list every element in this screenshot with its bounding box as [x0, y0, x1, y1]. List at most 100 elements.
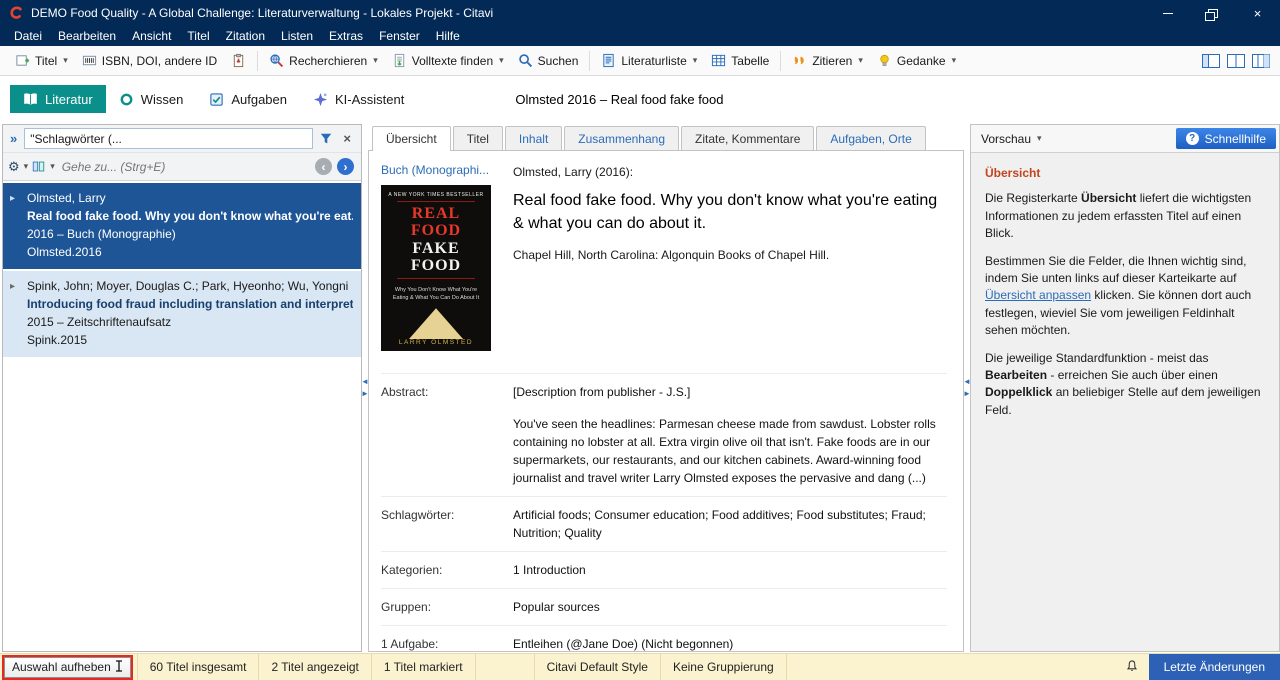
gedanke-button[interactable]: Gedanke ▾	[870, 50, 963, 71]
record-header: Buch (Monographi... A NEW YORK TIMES BES…	[381, 163, 947, 373]
menu-ansicht[interactable]: Ansicht	[124, 27, 179, 45]
book-cover[interactable]: A NEW YORK TIMES BESTSELLER REAL FOOD FA…	[381, 185, 491, 351]
suchen-button[interactable]: Suchen	[511, 50, 586, 71]
restore-button[interactable]	[1190, 0, 1235, 26]
history-back-button[interactable]: ‹	[315, 158, 332, 175]
minimize-button[interactable]	[1145, 0, 1190, 26]
expander-icon[interactable]: ▸	[10, 278, 15, 296]
layout-two-pane-icon[interactable]	[1225, 51, 1247, 71]
recherchieren-button[interactable]: Recherchieren ▾	[262, 50, 385, 71]
tab-zusammenhang[interactable]: Zusammenhang	[564, 126, 679, 150]
tabelle-button[interactable]: Tabelle	[704, 50, 776, 71]
help-icon: ?	[1186, 132, 1199, 145]
list-search-input[interactable]	[24, 128, 313, 149]
notifications-button[interactable]	[1115, 659, 1149, 676]
field-label: Abstract:	[381, 383, 503, 487]
reference-type-link[interactable]: Buch (Monographi...	[381, 163, 489, 177]
literaturliste-button[interactable]: Literaturliste ▾	[594, 50, 704, 71]
clipboard-import-button[interactable]	[224, 50, 253, 71]
menu-extras[interactable]: Extras	[321, 27, 371, 45]
field-row-abstract: Abstract: [Description from publisher - …	[381, 374, 947, 497]
list-goto-row: ⚙ ▾ ▾ ‹ ›	[3, 153, 361, 181]
preview-dropdown[interactable]: Vorschau	[981, 132, 1031, 146]
history-forward-button[interactable]: ›	[337, 158, 354, 175]
citavi-window: DEMO Food Quality - A Global Challenge: …	[0, 0, 1280, 680]
menu-hilfe[interactable]: Hilfe	[428, 27, 468, 45]
caret-down-icon: ▾	[499, 55, 504, 66]
citavi-logo-icon	[8, 5, 24, 21]
close-button[interactable]: ×	[1235, 0, 1280, 26]
reference-list-item[interactable]: ▸ Olmsted, Larry Real food fake food. Wh…	[3, 183, 361, 269]
clear-filter-icon[interactable]: ×	[338, 131, 356, 146]
barcode-icon	[82, 53, 97, 68]
menu-listen[interactable]: Listen	[273, 27, 321, 45]
collapse-panel-icon[interactable]: »	[8, 131, 19, 146]
field-value[interactable]: Popular sources	[513, 598, 947, 616]
tab-aufgaben-label: Aufgaben	[231, 92, 287, 107]
field-value[interactable]: [Description from publisher - J.S.] You'…	[513, 383, 947, 487]
reference-list-item[interactable]: ▸ Spink, John; Moyer, Douglas C.; Park, …	[3, 271, 361, 357]
layout-left-pane-icon[interactable]	[1200, 51, 1222, 71]
tab-ki-assistent[interactable]: KI-Assistent	[300, 85, 417, 113]
volltexte-button-label: Volltexte finden	[412, 54, 493, 68]
status-grouping[interactable]: Keine Gruppierung	[661, 654, 787, 680]
uebersicht-anpassen-help-link[interactable]: Übersicht anpassen	[985, 288, 1091, 302]
columns-icon[interactable]	[31, 159, 46, 174]
tab-titel[interactable]: Titel	[453, 126, 503, 150]
expander-icon[interactable]: ▸	[10, 190, 15, 208]
zitieren-button[interactable]: Zitieren ▾	[785, 50, 870, 71]
menu-zitation[interactable]: Zitation	[218, 27, 273, 45]
titel-button[interactable]: Titel ▾	[8, 50, 75, 71]
tab-uebersicht[interactable]: Übersicht	[372, 126, 451, 151]
record-publisher[interactable]: Chapel Hill, North Carolina: Algonquin B…	[513, 248, 947, 262]
menu-bearbeiten[interactable]: Bearbeiten	[50, 27, 124, 45]
quickhelp-button[interactable]: ? Schnellhilfe	[1176, 128, 1276, 149]
status-marked-titles: 1 Titel markiert	[372, 654, 476, 680]
tab-zitate-kommentare[interactable]: Zitate, Kommentare	[681, 126, 814, 150]
clear-selection-button[interactable]: Auswahl aufheben	[4, 657, 131, 678]
volltexte-button[interactable]: Volltexte finden ▾	[385, 50, 511, 71]
separator	[780, 51, 781, 71]
tab-aufgaben[interactable]: Aufgaben	[196, 85, 300, 113]
menu-datei[interactable]: Datei	[6, 27, 50, 45]
tab-aufgaben-orte[interactable]: Aufgaben, Orte	[816, 126, 925, 150]
status-empty-cell	[476, 654, 535, 680]
gear-icon[interactable]: ⚙	[8, 159, 20, 175]
tab-ki-assistent-label: KI-Assistent	[335, 92, 404, 107]
workspace-nav: Literatur Wissen Aufgaben KI-Assistent O…	[0, 76, 1280, 122]
literaturliste-button-label: Literaturliste	[621, 54, 686, 68]
help-paragraph: Bestimmen Sie die Felder, die Ihnen wich…	[985, 253, 1265, 340]
menu-fenster[interactable]: Fenster	[371, 27, 428, 45]
field-value[interactable]: Artificial foods; Consumer education; Fo…	[513, 506, 947, 542]
status-bar: Auswahl aufheben 60 Titel insgesamt 2 Ti…	[0, 653, 1280, 680]
menu-titel[interactable]: Titel	[179, 27, 217, 45]
record-full-title[interactable]: Real food fake food. Why you don't know …	[513, 189, 947, 235]
field-value[interactable]: Entleihen (@Jane Doe) (Nicht begonnen)	[513, 635, 947, 652]
tab-inhalt[interactable]: Inhalt	[505, 126, 562, 150]
caret-down-icon: ▾	[50, 161, 55, 172]
last-changes-button[interactable]: Letzte Änderungen	[1149, 654, 1280, 680]
field-label: Kategorien:	[381, 561, 503, 579]
tab-literatur[interactable]: Literatur	[10, 85, 106, 113]
isbn-doi-button[interactable]: ISBN, DOI, andere ID	[75, 50, 224, 71]
isbn-doi-button-label: ISBN, DOI, andere ID	[102, 54, 217, 68]
layout-three-pane-icon[interactable]	[1250, 51, 1272, 71]
search-icon	[518, 53, 533, 68]
suchen-button-label: Suchen	[538, 54, 579, 68]
current-record-title: Olmsted 2016 – Real food fake food	[515, 92, 723, 107]
reference-title: Real food fake food. Why you don't know …	[27, 207, 353, 225]
tab-wissen[interactable]: Wissen	[106, 85, 197, 113]
lightbulb-icon	[877, 53, 892, 68]
field-value[interactable]: 1 Introduction	[513, 561, 947, 579]
quickhelp-button-label: Schnellhilfe	[1205, 132, 1266, 146]
field-row-categories: Kategorien: 1 Introduction	[381, 552, 947, 589]
reference-authors: Olmsted, Larry	[27, 189, 353, 207]
goto-input[interactable]	[58, 157, 312, 176]
field-row-keywords: Schlagwörter: Artificial foods; Consumer…	[381, 497, 947, 552]
caret-down-icon: ▾	[24, 161, 29, 172]
list-filter-row: » ×	[3, 125, 361, 153]
record-author-year[interactable]: Olmsted, Larry (2016):	[513, 165, 947, 179]
filter-funnel-icon[interactable]	[318, 131, 333, 146]
status-citation-style[interactable]: Citavi Default Style	[535, 654, 661, 680]
cheese-wedge-image	[409, 308, 463, 339]
